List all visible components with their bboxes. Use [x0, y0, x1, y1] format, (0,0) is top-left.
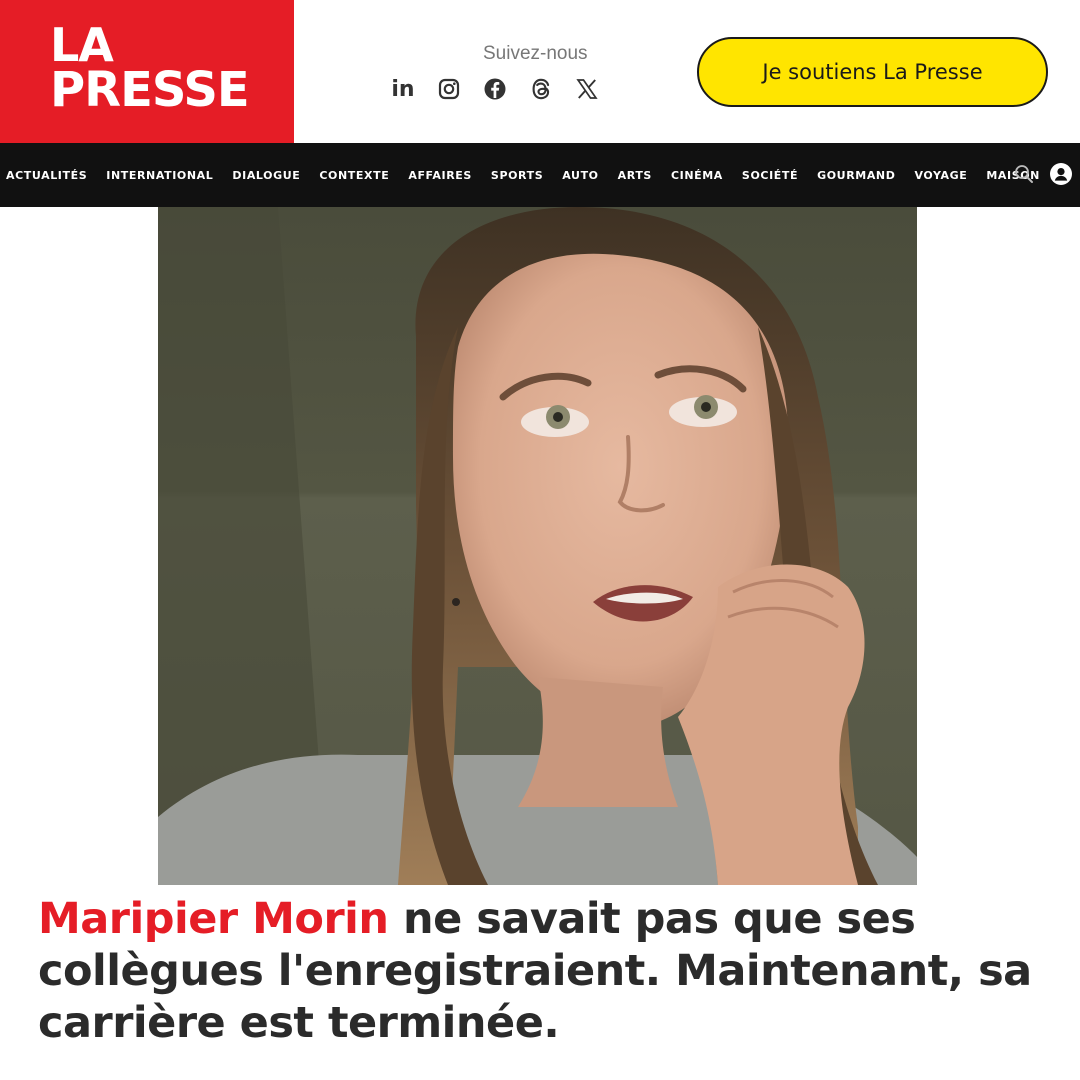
nav-item-affaires[interactable]: AFFAIRES	[408, 169, 472, 182]
nav-item-contexte[interactable]: CONTEXTE	[319, 169, 389, 182]
nav-item-international[interactable]: INTERNATIONAL	[106, 169, 213, 182]
nav-item-arts[interactable]: ARTS	[618, 169, 652, 182]
main-nav: ACTUALITÉS INTERNATIONAL DIALOGUE CONTEX…	[0, 143, 1080, 207]
linkedin-icon[interactable]: in	[380, 74, 426, 104]
site-header: LA PRESSE Suivez-nous in Je soutiens La …	[0, 0, 1080, 143]
user-icon[interactable]	[1050, 163, 1072, 185]
follow-label: Suivez-nous	[483, 43, 588, 64]
nav-item-actualites[interactable]: ACTUALITÉS	[6, 169, 87, 182]
nav-item-gourmand[interactable]: GOURMAND	[817, 169, 895, 182]
facebook-icon[interactable]	[472, 74, 518, 104]
search-icon[interactable]	[1013, 163, 1035, 185]
linkedin-text: in	[391, 76, 415, 102]
nav-items: ACTUALITÉS INTERNATIONAL DIALOGUE CONTEX…	[6, 143, 1059, 207]
instagram-icon[interactable]	[426, 74, 472, 104]
nav-item-voyage[interactable]: VOYAGE	[914, 169, 967, 182]
nav-item-societe[interactable]: SOCIÉTÉ	[742, 169, 798, 182]
social-links: in	[380, 74, 610, 104]
nav-item-dialogue[interactable]: DIALOGUE	[232, 169, 300, 182]
threads-icon[interactable]	[518, 74, 564, 104]
nav-item-sports[interactable]: SPORTS	[491, 169, 543, 182]
x-icon[interactable]	[564, 74, 610, 104]
article-headline[interactable]: Maripier Morin ne savait pas que ses col…	[38, 893, 1068, 1049]
support-button[interactable]: Je soutiens La Presse	[697, 37, 1048, 107]
logo-text-line2: PRESSE	[50, 62, 250, 118]
headline-highlight: Maripier Morin	[38, 894, 389, 944]
nav-item-cinema[interactable]: CINÉMA	[671, 169, 723, 182]
la-presse-logo[interactable]: LA PRESSE	[0, 0, 294, 143]
article-photo	[158, 207, 917, 885]
nav-item-auto[interactable]: AUTO	[562, 169, 598, 182]
